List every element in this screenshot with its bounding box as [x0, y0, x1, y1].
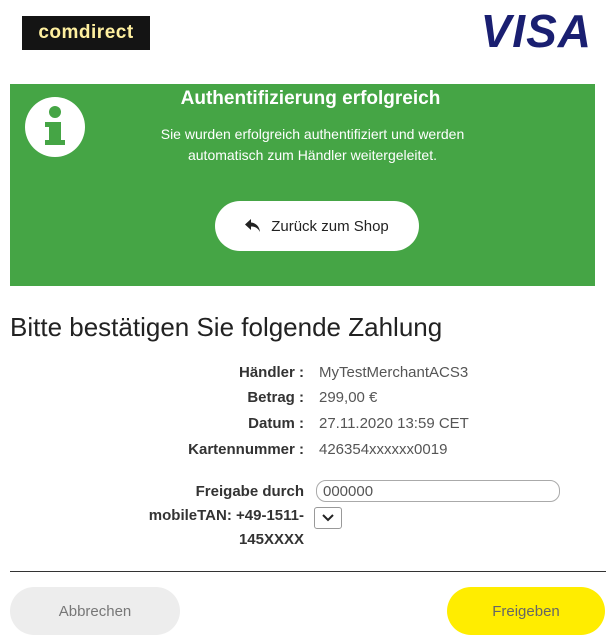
back-to-shop-button[interactable]: Zurück zum Shop [215, 201, 419, 251]
tan-input[interactable] [316, 480, 560, 502]
tan-label: Freigabe durch mobileTAN: +49-1511- 145X… [84, 480, 304, 552]
cancel-button[interactable]: Abbrechen [10, 587, 180, 635]
reply-arrow-icon [245, 219, 261, 232]
amount-value: 299,00 € [319, 389, 378, 406]
comdirect-logo: comdirect [22, 16, 150, 50]
merchant-value: MyTestMerchantACS3 [319, 364, 469, 381]
card-number-label: Kartennummer : [188, 441, 304, 458]
amount-row: Betrag : 299,00 € [0, 389, 606, 413]
merchant-label: Händler : [238, 364, 304, 381]
chevron-down-icon [322, 514, 334, 522]
banner-message: Sie wurden erfolgreich authentifiziert u… [110, 124, 515, 166]
page-title: Bitte bestätigen Sie folgende Zahlung [10, 312, 443, 342]
confirm-button[interactable]: Freigeben [447, 587, 605, 635]
date-label: Datum : [248, 415, 304, 432]
success-banner: Authentifizierung erfolgreich Sie wurden… [10, 84, 595, 286]
divider [10, 571, 606, 572]
amount-label: Betrag : [247, 389, 304, 406]
date-value: 27.11.2020 13:59 CET [319, 415, 469, 432]
banner-message-line1: Sie wurden erfolgreich authentifiziert u… [160, 126, 465, 142]
merchant-row: Händler : MyTestMerchantACS3 [0, 364, 606, 388]
tan-number-select[interactable] [314, 507, 342, 529]
back-to-shop-label: Zurück zum Shop [271, 217, 389, 235]
visa-logo: VISA [480, 5, 592, 57]
tan-label-line3: 145XXXX [238, 531, 304, 548]
tan-label-line1: Freigabe durch [195, 483, 304, 500]
tan-label-line2: mobileTAN: +49-1511- [148, 507, 304, 524]
date-row: Datum : 27.11.2020 13:59 CET [0, 415, 606, 439]
banner-message-line2: automatisch zum Händler weitergeleitet. [187, 147, 437, 163]
card-number-row: Kartennummer : 426354xxxxxx0019 [0, 441, 606, 465]
banner-title: Authentifizierung erfolgreich [180, 88, 441, 109]
header: comdirect VISA [0, 0, 606, 82]
card-number-value: 426354xxxxxx0019 [319, 441, 448, 458]
